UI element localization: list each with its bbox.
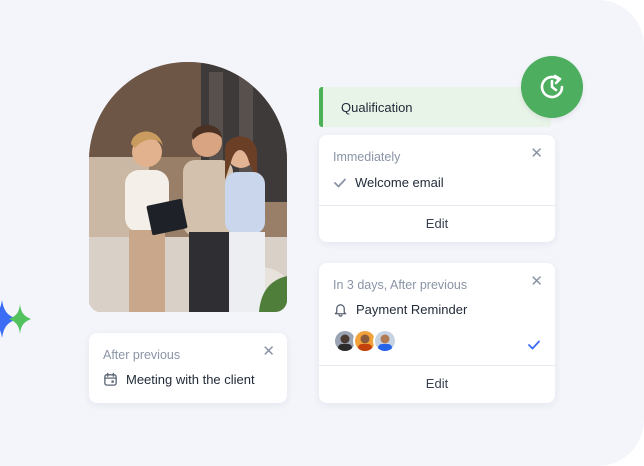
step-timing: In 3 days, After previous <box>333 278 468 292</box>
step-item: Welcome email <box>333 175 444 190</box>
close-icon[interactable]: ✕ <box>262 344 275 359</box>
close-icon[interactable]: ✕ <box>530 146 543 161</box>
step-card-meeting: After previous ✕ Meeting with the client <box>89 333 287 403</box>
step-item: Meeting with the client <box>103 372 255 387</box>
step-item: Payment Reminder <box>333 302 467 317</box>
step-item-label: Welcome email <box>355 175 444 190</box>
canvas: Qualification Immediately ✕ Welcome emai… <box>0 0 644 466</box>
avatar <box>373 329 397 353</box>
check-icon <box>528 340 540 350</box>
bell-icon <box>334 304 347 317</box>
qualification-label: Qualification <box>341 100 413 115</box>
calendar-icon <box>104 372 117 386</box>
divider <box>319 365 555 366</box>
divider <box>319 205 555 206</box>
check-icon <box>334 178 346 187</box>
sparkle-icon <box>0 300 31 338</box>
step-item-label: Meeting with the client <box>126 372 255 387</box>
step-timing: After previous <box>103 348 181 362</box>
step-card-immediately: Immediately ✕ Welcome email Edit <box>319 135 555 242</box>
qualification-stage[interactable]: Qualification <box>319 87 551 127</box>
team-photo <box>89 62 287 312</box>
assignee-avatars[interactable] <box>333 329 397 353</box>
step-timing: Immediately <box>333 150 401 164</box>
edit-button[interactable]: Edit <box>319 216 555 231</box>
step-card-payment-reminder: In 3 days, After previous ✕ Payment Remi… <box>319 263 555 403</box>
edit-button[interactable]: Edit <box>319 376 555 391</box>
step-item-label: Payment Reminder <box>356 302 468 317</box>
close-icon[interactable]: ✕ <box>530 274 543 289</box>
clock-refresh-icon <box>521 56 583 118</box>
